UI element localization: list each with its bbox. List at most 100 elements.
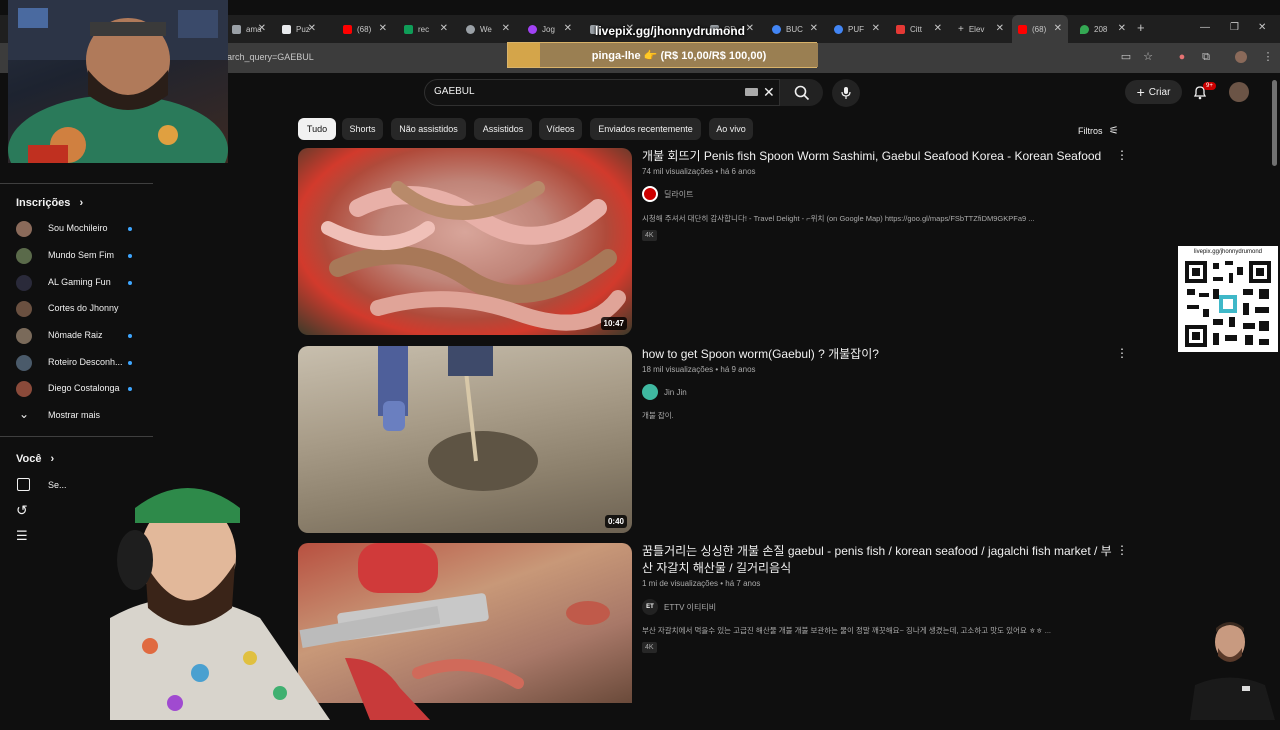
- sidebar-sub-item[interactable]: Mundo Sem Fim: [0, 242, 153, 268]
- browser-menu-icon[interactable]: ⋮: [1262, 51, 1274, 63]
- doc-icon: [282, 24, 291, 34]
- filters-button[interactable]: Filtros ⚟: [1078, 124, 1119, 137]
- chevron-right-icon: ›: [79, 197, 84, 209]
- quality-badge: 4K: [642, 642, 657, 653]
- channel-avatar: [16, 328, 32, 344]
- new-content-dot: [128, 387, 132, 391]
- chip-shorts[interactable]: Shorts: [342, 118, 383, 140]
- create-button[interactable]: + Criar: [1125, 80, 1182, 104]
- more-actions-icon[interactable]: ⋮: [1116, 148, 1128, 162]
- sidebar-sub-item[interactable]: Roteiro Desconh...: [0, 349, 153, 375]
- chip-recently-uploaded[interactable]: Enviados recentemente: [590, 118, 701, 140]
- new-content-dot: [128, 334, 132, 338]
- search-icon: [794, 85, 809, 100]
- browser-tab[interactable]: ama ✕: [228, 15, 266, 43]
- chip-live[interactable]: Ao vivo: [709, 118, 753, 140]
- close-tab-icon[interactable]: ✕: [440, 23, 448, 34]
- google-icon: [834, 24, 843, 34]
- new-content-dot: [128, 281, 132, 285]
- clear-search-icon[interactable]: ✕: [763, 84, 775, 101]
- show-more-button[interactable]: ⌄ Mostrar mais: [0, 402, 153, 428]
- close-tab-icon[interactable]: ✕: [996, 23, 1004, 34]
- close-tab-icon[interactable]: ✕: [810, 23, 818, 34]
- close-tab-icon[interactable]: ✕: [1118, 23, 1126, 34]
- video-duration: 10:47: [600, 317, 627, 330]
- close-tab-icon[interactable]: ✕: [502, 23, 510, 34]
- sidebar-sub-item[interactable]: AL Gaming Fun: [0, 269, 153, 295]
- video-result[interactable]: 10:47 개불 회뜨기 Penis fish Spoon Worm Sashi…: [298, 148, 1128, 335]
- google-icon: [772, 24, 781, 34]
- streamer-eating-image: [8, 0, 228, 163]
- browser-tab[interactable]: Jog ✕: [524, 15, 572, 43]
- search-button[interactable]: [780, 79, 823, 106]
- video-title[interactable]: 개불 회뜨기 Penis fish Spoon Worm Sashimi, Ga…: [642, 148, 1112, 165]
- browser-tab[interactable]: + Elev ✕: [954, 15, 1004, 43]
- plus-icon: +: [1136, 84, 1145, 100]
- install-app-icon[interactable]: ▭: [1120, 51, 1132, 63]
- close-tab-icon[interactable]: ✕: [1054, 23, 1062, 34]
- sidebar-sub-item[interactable]: Sou Mochileiro: [0, 215, 153, 241]
- sidebar-sub-item[interactable]: Cortes do Jhonny: [0, 295, 153, 321]
- extension-icon[interactable]: ●: [1176, 51, 1188, 63]
- browser-tab[interactable]: PUF ✕: [830, 15, 880, 43]
- chip-watched[interactable]: Assistidos: [474, 118, 532, 140]
- sidebar-sub-item[interactable]: Nômade Raiz: [0, 322, 153, 348]
- extensions-puzzle-icon[interactable]: ⧉: [1200, 51, 1212, 63]
- avatar[interactable]: [1229, 82, 1249, 102]
- channel-link[interactable]: Jin Jin: [642, 384, 687, 400]
- url-field[interactable]: arch_query=GAEBUL: [227, 52, 314, 62]
- video-description: 부산 자갈치에서 먹을수 있는 고급진 해산물 개불 개불 보관하는 물이 정말…: [642, 626, 1052, 635]
- close-tab-icon[interactable]: ✕: [308, 23, 316, 34]
- channel-link[interactable]: 딜라이트: [642, 186, 693, 202]
- close-tab-icon[interactable]: ✕: [746, 23, 754, 34]
- close-tab-icon[interactable]: ✕: [258, 23, 266, 34]
- browser-tab[interactable]: BUC ✕: [768, 15, 818, 43]
- minimize-icon[interactable]: —: [1200, 22, 1210, 33]
- channel-link[interactable]: ET ETTV 이티티비: [642, 599, 716, 615]
- close-tab-icon[interactable]: ✕: [872, 23, 880, 34]
- chip-all[interactable]: Tudo: [298, 118, 336, 140]
- bookmark-star-icon[interactable]: ☆: [1142, 51, 1154, 63]
- sidebar-sub-item[interactable]: Diego Costalonga: [0, 375, 153, 401]
- voice-search-button[interactable]: [832, 79, 860, 107]
- video-title[interactable]: 꿈틀거리는 싱싱한 개불 손질 gaebul - penis fish / ko…: [642, 543, 1112, 577]
- video-meta: 18 mil visualizações • há 9 anos: [642, 365, 756, 374]
- presenter-overlay: [1180, 610, 1280, 720]
- channel-avatar: [16, 221, 32, 237]
- video-thumbnail[interactable]: 10:47: [298, 148, 632, 335]
- keyboard-icon[interactable]: [745, 88, 758, 96]
- more-actions-icon[interactable]: ⋮: [1116, 543, 1128, 557]
- browser-tab[interactable]: 208 ✕: [1076, 15, 1126, 43]
- browser-tab[interactable]: Puz ✕: [278, 15, 316, 43]
- streamer-reaction-image: [110, 488, 440, 720]
- donation-goal-text: pinga-lhe 👉 (R$ 10,00/R$ 100,00): [540, 43, 818, 67]
- chip-unwatched[interactable]: Não assistidos: [391, 118, 466, 140]
- tab-favicon-icon: [232, 24, 241, 34]
- video-title[interactable]: how to get Spoon worm(Gaebul) ? 개불잡이?: [642, 346, 1112, 363]
- more-actions-icon[interactable]: ⋮: [1116, 346, 1128, 360]
- close-window-icon[interactable]: ✕: [1258, 22, 1266, 33]
- browser-profile-icon[interactable]: [1235, 51, 1247, 63]
- streamer-webcam-overlay-bottom: [0, 468, 440, 720]
- search-input[interactable]: [424, 79, 780, 106]
- livepix-url-overlay: livepix.gg/jhonnydrumond: [595, 24, 745, 38]
- maps-icon: [1080, 24, 1089, 34]
- chip-videos[interactable]: Vídeos: [539, 118, 582, 140]
- subscriptions-header[interactable]: Inscrições ›: [16, 197, 83, 209]
- browser-tab-active[interactable]: (68) ✕: [1012, 15, 1068, 43]
- channel-avatar: [16, 248, 32, 264]
- close-tab-icon[interactable]: ✕: [564, 23, 572, 34]
- browser-tab[interactable]: (68) ✕: [339, 15, 387, 43]
- new-tab-button[interactable]: +: [1137, 20, 1145, 35]
- search-input-value: GAEBUL: [434, 86, 475, 97]
- close-tab-icon[interactable]: ✕: [934, 23, 942, 34]
- browser-tab[interactable]: We ✕: [462, 15, 510, 43]
- page-scrollbar[interactable]: [1272, 80, 1277, 166]
- you-header[interactable]: Você ›: [16, 453, 54, 465]
- restore-icon[interactable]: ❐: [1230, 22, 1239, 33]
- browser-tab[interactable]: Citt ✕: [892, 15, 942, 43]
- donation-goal-banner: pinga-lhe 👉 (R$ 10,00/R$ 100,00): [507, 42, 818, 68]
- filter-sliders-icon: ⚟: [1109, 125, 1119, 137]
- close-tab-icon[interactable]: ✕: [379, 23, 387, 34]
- browser-tab[interactable]: rec ✕: [400, 15, 448, 43]
